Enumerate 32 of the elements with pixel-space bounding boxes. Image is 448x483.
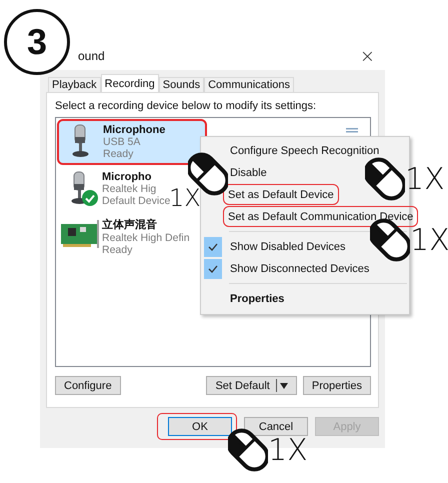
menu-item[interactable]: Properties <box>203 288 407 309</box>
instruction-text: Select a recording device below to modify its settings: <box>55 100 318 112</box>
grip-icon <box>346 128 358 134</box>
dialog-button[interactable]: Configure <box>55 376 121 395</box>
device-detail: Ready <box>103 148 134 160</box>
window-title: ound <box>78 49 105 63</box>
dialog-button[interactable]: OK <box>168 417 232 436</box>
device-detail: Default Device <box>102 195 170 207</box>
device-name: Micropho <box>102 171 152 183</box>
device-name: Microphone <box>103 124 166 136</box>
close-button[interactable]: × <box>356 46 379 66</box>
step-number: 3 <box>4 9 70 75</box>
tab[interactable]: Communications <box>204 77 294 92</box>
device-row[interactable]: 立体声混音 Realtek High Defin Ready <box>57 213 191 257</box>
click-count: 1X <box>405 162 445 196</box>
menu-item[interactable]: Show Disabled Devices <box>203 236 407 257</box>
dialog-button[interactable]: Properties <box>302 376 371 395</box>
menu-item[interactable]: Show Disconnected Devices <box>203 258 407 279</box>
tab[interactable]: Recording <box>100 74 159 92</box>
dialog-button[interactable]: Cancel <box>244 417 308 436</box>
device-detail: Realtek Hig <box>102 183 158 195</box>
device-detail: Realtek High Defin <box>102 232 190 244</box>
sound-card-icon <box>60 218 100 250</box>
click-count: 1X <box>169 184 201 212</box>
tab[interactable]: Playback <box>48 77 101 92</box>
device-detail: Ready <box>102 244 134 256</box>
device-row[interactable]: Micropho Realtek Hig Default Device <box>57 167 172 211</box>
device-name: 立体声混音 <box>102 218 158 232</box>
tab[interactable]: Sounds <box>158 77 204 92</box>
device-detail: USB 5A <box>103 136 142 148</box>
device-row[interactable]: Microphone USB 5A Ready <box>57 119 207 165</box>
dialog-button[interactable]: Set Default <box>206 376 297 395</box>
